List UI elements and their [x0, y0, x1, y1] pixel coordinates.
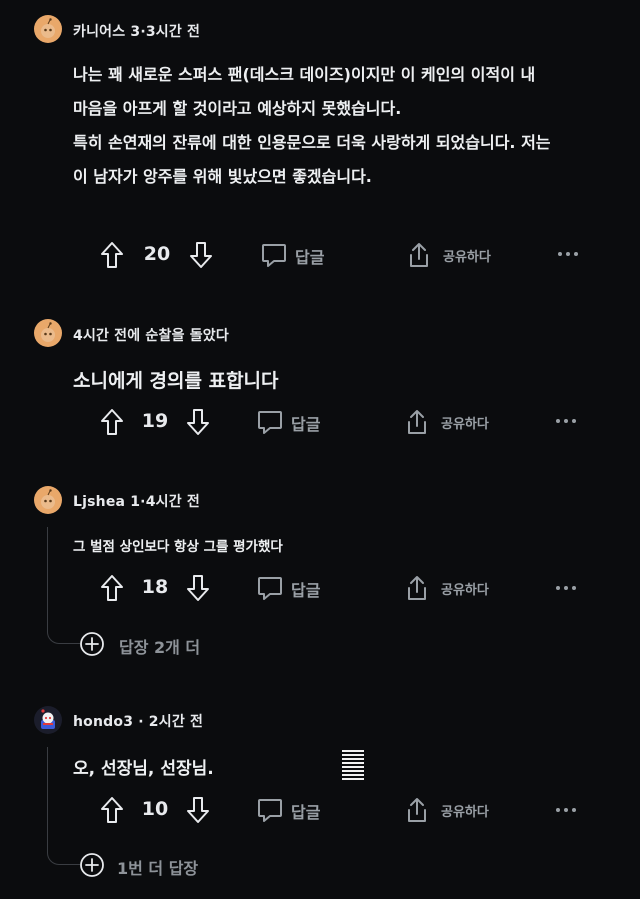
- comment-body: 그 벌점 상인보다 항상 그를 평가했다: [73, 539, 283, 555]
- arrow-down-icon[interactable]: [185, 795, 211, 825]
- speech-bubble-icon: [258, 577, 282, 600]
- snoo-avatar-icon: [41, 709, 55, 729]
- avatar[interactable]: [34, 486, 62, 514]
- stacked-bars-icon: [342, 750, 364, 782]
- share-label: 공유하다: [441, 583, 489, 598]
- comment-meta: hondo3 · 2시간 전: [73, 714, 204, 730]
- speech-bubble-icon: [262, 244, 286, 267]
- snoo-avatar-icon: [41, 489, 55, 509]
- comment-body-line: 마음을 아프게 할 것이라고 예상하지 못했습니다.: [73, 99, 402, 118]
- plus-circle-icon: [80, 632, 104, 656]
- arrow-up-icon[interactable]: [99, 407, 125, 437]
- share-icon: [408, 798, 426, 822]
- ellipsis-icon[interactable]: [557, 247, 579, 261]
- ellipsis-icon[interactable]: [555, 581, 577, 595]
- plus-circle-icon: [80, 853, 104, 877]
- reply-label: 답글: [291, 581, 321, 600]
- avatar[interactable]: [34, 15, 62, 43]
- share-icon: [408, 410, 426, 434]
- reply-label: 답글: [291, 415, 321, 434]
- reply-button[interactable]: 답글: [256, 573, 328, 603]
- comment-meta: 4시간 전에 순찰을 돌았다: [73, 328, 229, 344]
- arrow-up-icon[interactable]: [99, 573, 125, 603]
- share-button[interactable]: 공유하다: [403, 407, 498, 437]
- speech-bubble-icon: [258, 799, 282, 822]
- share-label: 공유하다: [441, 805, 489, 820]
- share-icon: [410, 243, 428, 267]
- share-button[interactable]: 공유하다: [403, 573, 498, 603]
- vote-count: 20: [143, 243, 171, 265]
- share-icon: [408, 576, 426, 600]
- ellipsis-icon[interactable]: [555, 414, 577, 428]
- avatar[interactable]: [34, 319, 62, 347]
- comment-meta: 카니어스 3·3시간 전: [73, 24, 201, 40]
- vote-count: 18: [141, 576, 169, 598]
- reply-label: 답글: [291, 803, 321, 822]
- comment-body-line: 나는 꽤 새로운 스퍼스 팬(데스크 데이즈)이지만 이 케인의 이적이 내: [73, 65, 536, 84]
- vote-count: 10: [141, 798, 169, 820]
- comment-body-line: 이 남자가 앙주를 위해 빛났으면 좋겠습니다.: [73, 167, 372, 186]
- share-button[interactable]: 공유하다: [403, 795, 498, 825]
- snoo-avatar-icon: [41, 322, 55, 342]
- more-replies-label: 1번 더 답장: [117, 859, 199, 878]
- arrow-down-icon[interactable]: [185, 407, 211, 437]
- arrow-up-icon[interactable]: [99, 240, 125, 270]
- reply-button[interactable]: 답글: [260, 240, 332, 270]
- arrow-up-icon[interactable]: [99, 795, 125, 825]
- share-button[interactable]: 공유하다: [405, 240, 500, 270]
- reply-button[interactable]: 답글: [256, 795, 328, 825]
- arrow-down-icon[interactable]: [188, 240, 214, 270]
- comment-body-line: 특히 손연재의 잔류에 대한 인용문으로 더욱 사랑하게 되었습니다. 저는: [73, 133, 551, 152]
- share-label: 공유하다: [441, 417, 489, 432]
- more-replies-button[interactable]: 1번 더 답장: [79, 851, 219, 879]
- snoo-avatar-icon: [41, 18, 55, 38]
- avatar[interactable]: [34, 706, 62, 734]
- share-label: 공유하다: [443, 250, 491, 265]
- comment-body: 소니에게 경의를 표합니다: [73, 370, 279, 392]
- more-replies-label: 답장 2개 더: [119, 638, 201, 657]
- ellipsis-icon[interactable]: [555, 803, 577, 817]
- more-replies-button[interactable]: 답장 2개 더: [79, 630, 219, 658]
- vote-count: 19: [141, 410, 169, 432]
- speech-bubble-icon: [258, 411, 282, 434]
- reply-button[interactable]: 답글: [256, 407, 328, 437]
- arrow-down-icon[interactable]: [185, 573, 211, 603]
- reply-label: 답글: [295, 248, 325, 267]
- comment-meta: Ljshea 1·4시간 전: [73, 494, 200, 510]
- comment-body: 오, 선장님, 선장님.: [73, 759, 214, 779]
